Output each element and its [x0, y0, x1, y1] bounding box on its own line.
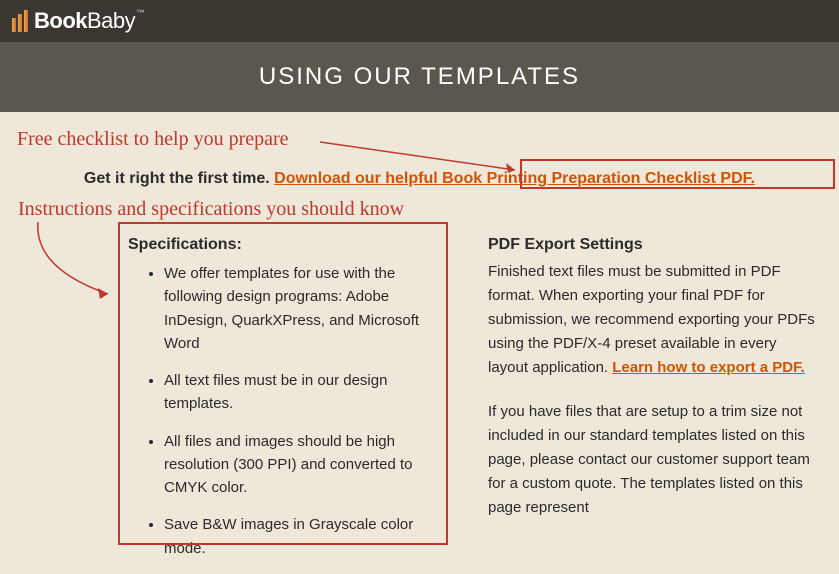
pdf-body-1: Finished text files must be submitted in…	[488, 260, 818, 380]
pdf-body-2: If you have files that are setup to a tr…	[488, 400, 818, 520]
logo[interactable]: BookBaby™	[12, 8, 145, 34]
banner-title: USING OUR TEMPLATES	[259, 63, 580, 91]
top-bar: BookBaby™	[0, 0, 839, 42]
annotation-checklist: Free checklist to help you prepare	[17, 128, 289, 151]
arrow-curved-icon	[30, 218, 120, 308]
banner: USING OUR TEMPLATES	[0, 42, 839, 112]
pdf-title: PDF Export Settings	[488, 236, 818, 254]
arrow-icon	[320, 136, 530, 176]
export-pdf-link[interactable]: Learn how to export a PDF.	[612, 359, 805, 376]
pdf-settings-section: PDF Export Settings Finished text files …	[488, 236, 818, 574]
intro-prefix: Get it right the first time.	[84, 170, 274, 187]
highlight-box-specs	[118, 222, 448, 545]
logo-icon	[12, 10, 28, 32]
logo-text: BookBaby™	[34, 8, 145, 34]
highlight-box-checklist	[520, 159, 835, 189]
